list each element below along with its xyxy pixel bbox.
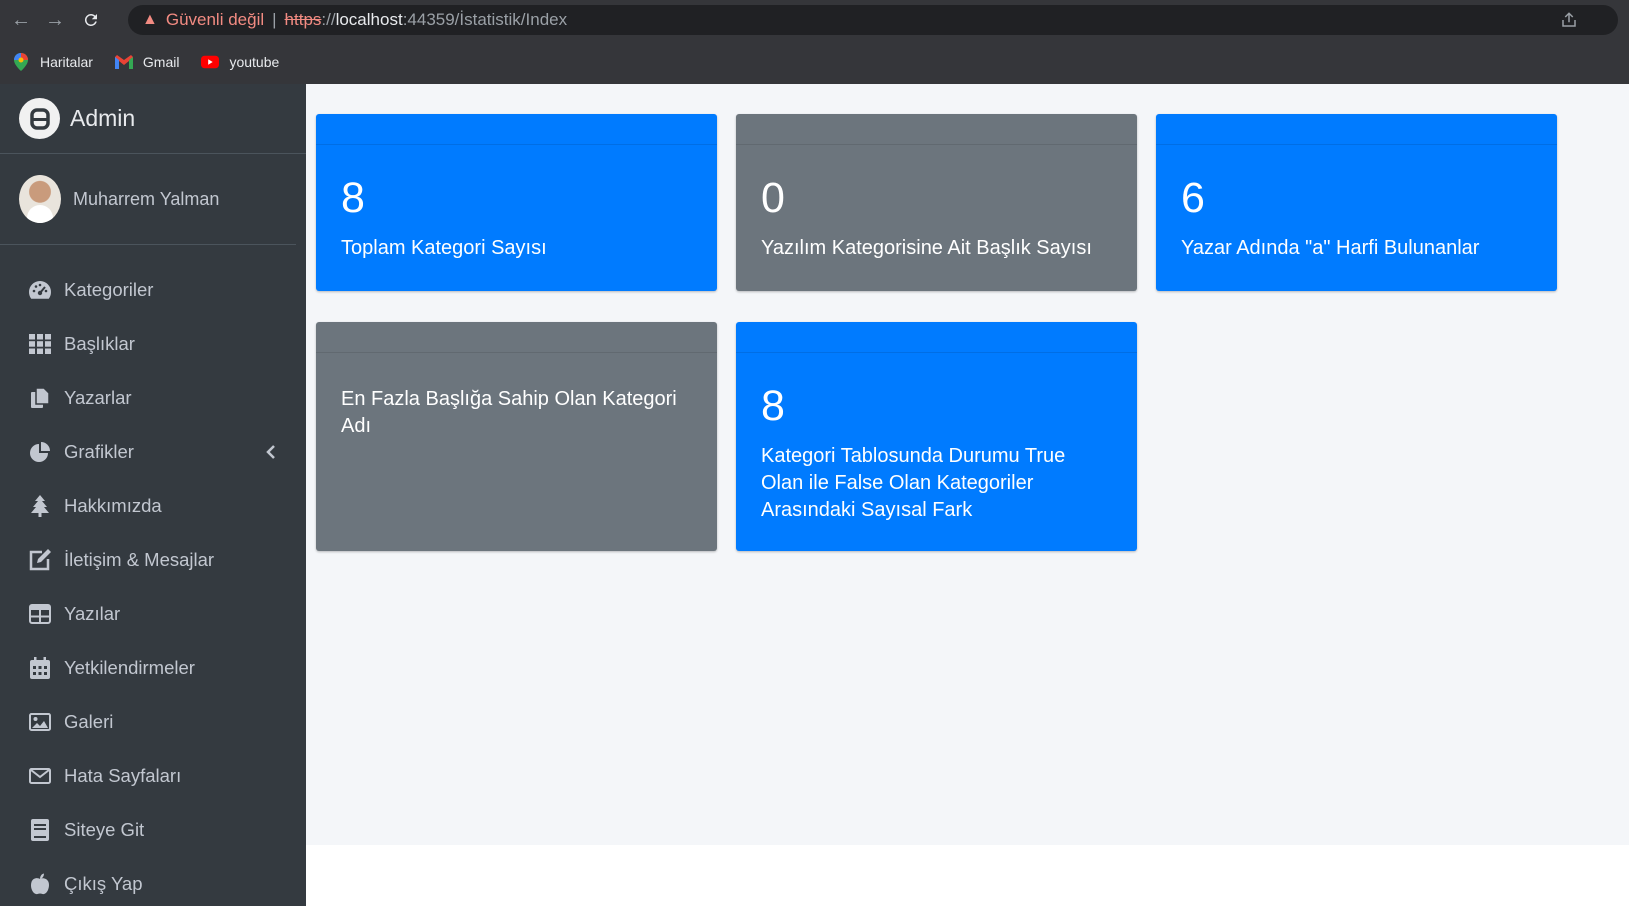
sidebar-item-iletisim[interactable]: İletişim & Mesajlar <box>0 533 306 587</box>
stat-card-durum-fark: 8 Kategori Tablosunda Durumu True Olan i… <box>736 322 1137 551</box>
bookmark-haritalar[interactable]: Haritalar <box>12 53 93 71</box>
sidebar-item-label: Siteye Git <box>64 819 145 840</box>
sidebar-item-label: İletişim & Mesajlar <box>64 549 215 570</box>
browser-toolbar: ← → ▲ Güvenli değil | https://localhost:… <box>0 0 1629 40</box>
card-header-strip <box>736 114 1137 145</box>
youtube-icon <box>201 53 220 71</box>
forward-arrow-icon[interactable]: → <box>42 7 68 33</box>
card-header-strip <box>1156 114 1557 145</box>
card-label: En Fazla Başlığa Sahip Olan Kategori Adı <box>341 388 677 437</box>
stat-card-yazar-a-harfi: 6 Yazar Adında "a" Harfi Bulunanlar <box>1156 114 1557 291</box>
url-scheme: https <box>284 10 322 29</box>
card-header-strip <box>316 114 717 145</box>
apple-icon <box>28 873 52 895</box>
sidebar-item-grafikler[interactable]: Grafikler <box>0 425 306 479</box>
reload-icon[interactable] <box>78 7 104 33</box>
sidebar-item-label: Kategoriler <box>64 279 154 300</box>
sidebar-item-label: Yetkilendirmeler <box>64 657 195 678</box>
warning-icon: ▲ <box>142 11 158 28</box>
brand-logo-icon <box>19 98 60 139</box>
address-bar[interactable]: ▲ Güvenli değil | https://localhost:4435… <box>128 5 1618 35</box>
user-panel[interactable]: Muharrem Yalman <box>0 154 296 245</box>
sidebar-item-label: Yazılar <box>64 603 121 624</box>
bookmarks-bar: Haritalar Gmail youtube <box>0 40 1629 84</box>
sidebar-item-hata-sayfalari[interactable]: Hata Sayfaları <box>0 749 306 803</box>
sidebar-item-siteye-git[interactable]: Siteye Git <box>0 803 306 857</box>
image-icon <box>28 711 52 733</box>
card-label: Yazar Adında "a" Harfi Bulunanlar <box>1181 237 1480 259</box>
sidebar-item-label: Çıkış Yap <box>64 873 143 894</box>
edit-icon <box>28 549 52 571</box>
sidebar-item-yazarlar[interactable]: Yazarlar <box>0 371 306 425</box>
card-number: 8 <box>341 174 365 222</box>
card-label: Toplam Kategori Sayısı <box>341 237 547 259</box>
card-header-strip <box>316 322 717 353</box>
user-name[interactable]: Muharrem Yalman <box>73 189 219 210</box>
card-label: Yazılım Kategorisine Ait Başlık Sayısı <box>761 237 1092 259</box>
bookmark-label: Haritalar <box>40 54 93 70</box>
book-icon <box>28 819 52 841</box>
calendar-icon <box>28 657 52 679</box>
copy-icon <box>28 387 52 409</box>
sidebar-item-yetkilendirmeler[interactable]: Yetkilendirmeler <box>0 641 306 695</box>
sidebar-item-galeri[interactable]: Galeri <box>0 695 306 749</box>
back-arrow-icon[interactable]: ← <box>8 7 34 33</box>
card-header-strip <box>736 322 1137 353</box>
grid-icon <box>28 333 52 355</box>
share-icon[interactable] <box>1560 11 1578 34</box>
sidebar: Admin Muharrem Yalman Kategoriler Başlık… <box>0 84 306 906</box>
bookmark-gmail[interactable]: Gmail <box>114 53 180 71</box>
table-icon <box>28 603 52 625</box>
bookmark-youtube[interactable]: youtube <box>201 53 279 71</box>
sidebar-item-label: Hata Sayfaları <box>64 765 182 786</box>
card-label: Kategori Tablosunda Durumu True Olan ile… <box>761 445 1066 521</box>
sidebar-item-yazilar[interactable]: Yazılar <box>0 587 306 641</box>
chevron-left-icon[interactable] <box>266 442 276 464</box>
url-separator: | <box>272 10 277 29</box>
main-content: 8 Toplam Kategori Sayısı 0 Yazılım Kateg… <box>306 84 1629 845</box>
sidebar-item-label: Galeri <box>64 711 114 732</box>
gmail-icon <box>114 53 133 71</box>
dashboard-icon <box>28 279 52 301</box>
sidebar-item-label: Hakkımızda <box>64 495 162 516</box>
envelope-icon <box>28 765 52 787</box>
sidebar-item-hakkimizda[interactable]: Hakkımızda <box>0 479 306 533</box>
stat-card-yazilim-baslik: 0 Yazılım Kategorisine Ait Başlık Sayısı <box>736 114 1137 291</box>
pie-chart-icon <box>28 441 52 463</box>
tree-icon <box>28 495 52 517</box>
card-number: 6 <box>1181 174 1205 222</box>
bookmark-label: Gmail <box>142 54 180 70</box>
sidebar-item-label: Grafikler <box>64 441 134 462</box>
sidebar-item-label: Yazarlar <box>64 387 132 408</box>
maps-icon <box>12 53 30 71</box>
url-path: :44359/İstatistik/Index <box>402 10 568 29</box>
brand-link[interactable]: Admin <box>0 84 306 154</box>
security-warning: Güvenli değil <box>165 10 265 29</box>
avatar <box>19 175 61 223</box>
sidebar-item-cikis-yap[interactable]: Çıkış Yap <box>0 857 306 906</box>
stat-card-en-fazla-baslik: En Fazla Başlığa Sahip Olan Kategori Adı <box>316 322 717 551</box>
stat-card-toplam-kategori: 8 Toplam Kategori Sayısı <box>316 114 717 291</box>
sidebar-item-label: Başlıklar <box>64 333 135 354</box>
url-scheme-separator: :// <box>321 10 336 29</box>
bookmark-label: youtube <box>229 54 280 70</box>
sidebar-item-basliklar[interactable]: Başlıklar <box>0 317 306 371</box>
card-number: 8 <box>761 382 785 430</box>
sidebar-menu: Kategoriler Başlıklar Yazarlar Grafikler <box>0 245 306 906</box>
brand-text: Admin <box>70 105 136 131</box>
url-host: localhost <box>335 10 403 29</box>
sidebar-item-kategoriler[interactable]: Kategoriler <box>0 263 306 317</box>
card-number: 0 <box>761 174 785 222</box>
